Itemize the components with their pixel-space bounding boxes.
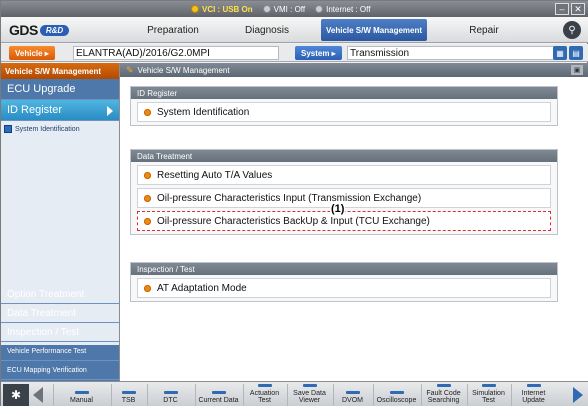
bullet-icon [144,194,151,202]
main-header-title: Vehicle S/W Management [137,65,230,75]
sidebar-item-option-treatment[interactable]: Option Treatment [1,285,119,304]
panel-title: ID Register [131,87,557,99]
close-panel-icon[interactable]: ▣ [571,65,583,75]
scroll-right-icon[interactable] [573,387,583,403]
menu-item-at-adaptation-mode[interactable]: AT Adaptation Mode [137,278,551,298]
menu-item-label: System Identification [157,106,250,118]
app-window: VCI : USB On VMI : Off Internet : Off – … [0,0,588,406]
toolbar-tsb[interactable]: TSB [111,384,145,406]
panel-data-treatment: Data Treatment Resetting Auto T/A Values… [130,149,558,235]
list-icon [4,125,12,133]
toolbar-label: Save Data Viewer [293,390,326,404]
internet-status-label: Internet : Off [326,4,371,14]
menu-item-label: Resetting Auto T/A Values [157,169,273,181]
toolbar-label: TSB [121,397,136,404]
document-icon[interactable]: ▤ [569,46,583,60]
window-controls: – ✕ [555,3,585,15]
tab-preparation[interactable]: Preparation [129,19,217,41]
toolbar-current-data[interactable]: Current Data [195,384,241,406]
sidebar-bottom-menu: Option Treatment Data Treatment Inspecti… [1,285,119,380]
bullet-icon [144,108,151,116]
vci-status: VCI : USB On [191,5,253,14]
tab-vehicle-sw-management[interactable]: Vehicle S/W Management [321,19,427,41]
tab-repair[interactable]: Repair [441,19,527,41]
toolbar-label: Current Data [198,397,239,404]
sidebar-item-data-treatment[interactable]: Data Treatment [1,304,119,323]
toolbar-dtc[interactable]: DTC [147,384,193,406]
sidebar-item-inspection-test[interactable]: Inspection / Test [1,323,119,342]
toolbar-label: Simulation Test [472,390,505,404]
toolbar-internet-update[interactable]: Internet Update [511,384,555,406]
top-navigation: GDS R&D Preparation Diagnosis Vehicle S/… [1,17,588,43]
wrench-icon: ✎ [126,64,134,75]
toolbar-label: Actuation Test [249,390,280,404]
bottom-toolbar: ✱ Manual TSB DTC Current Data Actuation … [1,381,588,406]
chevron-right-icon [107,106,113,116]
close-button[interactable]: ✕ [571,3,585,15]
vehicle-bar: Vehicle ▸ ELANTRA(AD)/2016/G2.0MPI Syste… [1,44,588,62]
toolbar-label: DTC [163,397,178,404]
toolbar-dvom[interactable]: DVOM [333,384,371,406]
scroll-left-icon[interactable] [33,387,43,403]
toolbar-simulation-test[interactable]: Simulation Test [467,384,509,406]
toolbar-label: Manual [70,397,93,404]
connection-status: VCI : USB On VMI : Off Internet : Off [191,1,370,17]
main-header: ✎ Vehicle S/W Management ▣ [120,63,588,77]
sidebar-item-ecu-mapping-verification[interactable]: ECU Mapping Verification [1,361,119,380]
menu-item-system-identification[interactable]: System Identification [137,102,551,122]
toolbar-label: Fault Code Searching [426,390,461,404]
menu-item-label: AT Adaptation Mode [157,282,247,294]
vci-status-icon [191,5,199,13]
panel-title: Inspection / Test [131,263,557,275]
bullet-icon [144,217,151,225]
vmi-status: VMI : Off [262,4,306,14]
minimize-button[interactable]: – [555,3,569,15]
vehicle-bar-actions: ▦ ▤ [553,46,583,60]
tools-icon[interactable]: ✱ [3,384,29,406]
logo-gds: GDS [9,22,38,38]
sidebar: Vehicle S/W Management ECU Upgrade ID Re… [1,63,119,381]
panel-title: Data Treatment [131,150,557,162]
sidebar-item-vehicle-performance-test[interactable]: Vehicle Performance Test [1,342,119,361]
sidebar-subitem-label: System Identification [15,125,80,133]
tab-diagnosis[interactable]: Diagnosis [223,19,311,41]
toolbar-manual[interactable]: Manual [53,384,109,406]
status-bar: VCI : USB On VMI : Off Internet : Off – … [1,1,588,17]
sidebar-subitem-system-identification[interactable]: System Identification [1,121,119,137]
internet-status: Internet : Off [315,5,370,14]
system-select-button[interactable]: System ▸ [295,46,342,60]
toolbar-actuation-test[interactable]: Actuation Test [243,384,285,406]
toolbar-oscilloscope[interactable]: Oscilloscope [373,384,419,406]
sidebar-header: Vehicle S/W Management [1,63,119,79]
panel-inspection-test: Inspection / Test AT Adaptation Mode [130,262,558,302]
panel-id-register: ID Register System Identification [130,86,558,126]
bullet-icon [144,284,151,292]
search-icon[interactable]: ⚲ [563,21,581,39]
annotation-callout: (1) [330,203,346,215]
vci-status-label: VCI : USB On [202,4,253,14]
vmi-status-label: VMI : Off [273,4,306,14]
sidebar-item-id-register[interactable]: ID Register [1,100,119,121]
vehicle-name-field: ELANTRA(AD)/2016/G2.0MPI [73,46,279,60]
sidebar-item-label: ID Register [7,104,63,116]
toolbar-label: Internet Update [521,390,546,404]
grid-icon[interactable]: ▦ [553,46,567,60]
vehicle-select-button[interactable]: Vehicle ▸ [9,46,55,60]
vmi-status-icon [262,5,271,13]
toolbar-label: DVOM [342,397,363,404]
menu-item-label: Oil-pressure Characteristics BackUp & In… [157,215,430,227]
toolbar-fault-code-searching[interactable]: Fault Code Searching [421,384,465,406]
internet-status-icon [315,5,324,13]
bullet-icon [144,171,151,179]
sidebar-item-ecu-upgrade[interactable]: ECU Upgrade [1,79,119,100]
toolbar-label: Oscilloscope [376,397,417,404]
system-name-field: Transmission [347,46,557,60]
toolbar-save-data-viewer[interactable]: Save Data Viewer [287,384,331,406]
menu-item-label: Oil-pressure Characteristics Input (Tran… [157,192,422,204]
app-logo: GDS R&D [9,21,70,39]
main-content: ✎ Vehicle S/W Management ▣ ID Register S… [119,63,588,381]
menu-item-resetting-auto-ta[interactable]: Resetting Auto T/A Values [137,165,551,185]
logo-rd-badge: R&D [39,24,70,36]
